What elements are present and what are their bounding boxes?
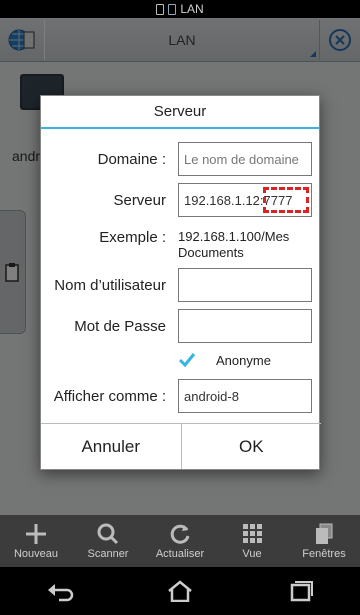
utilisateur-input[interactable] — [178, 268, 312, 302]
toolbar-windows-label: Fenêtres — [302, 548, 346, 560]
dialog-title: Serveur — [41, 96, 319, 129]
ok-button[interactable]: OK — [180, 424, 322, 469]
windows-icon — [316, 523, 333, 544]
toolbar-view-button[interactable]: Vue — [216, 515, 288, 567]
refresh-icon — [170, 524, 190, 544]
recents-icon[interactable] — [285, 580, 315, 602]
toolbar-refresh-label: Actualiser — [155, 548, 205, 560]
afficher-input[interactable]: android-8 — [178, 379, 312, 413]
server-dialog: Serveur Domaine : Le nom de domaine Serv… — [40, 95, 321, 470]
serveur-label: Serveur — [113, 191, 166, 209]
toolbar-refresh-button[interactable]: Actualiser — [144, 515, 216, 567]
network-label: LAN — [180, 2, 204, 16]
toolbar-windows-button[interactable]: Fenêtres — [288, 515, 360, 567]
domaine-label: Domaine : — [97, 150, 166, 168]
toolbar-scan-button[interactable]: Scanner — [72, 515, 144, 567]
anonyme-label: Anonyme — [216, 353, 271, 368]
back-icon[interactable] — [45, 580, 75, 602]
serveur-input[interactable]: 192.168.1.12:7777 — [178, 183, 312, 217]
afficher-label: Afficher comme : — [53, 387, 166, 405]
port-highlight — [263, 187, 309, 213]
grid-icon — [243, 524, 262, 543]
toolbar-view-label: Vue — [242, 548, 262, 560]
phone-icon — [156, 3, 165, 15]
anonyme-checkbox[interactable] — [178, 351, 196, 369]
dialog-buttons: Annuler OK — [41, 423, 321, 469]
motdepasse-input[interactable] — [178, 309, 312, 343]
toolbar-scan-label: Scanner — [87, 548, 129, 560]
afficher-value: android-8 — [184, 388, 239, 404]
exemple-label: Exemple : — [99, 228, 166, 246]
status-bar: LAN — [0, 0, 360, 18]
navigation-bar — [0, 567, 360, 615]
home-icon[interactable] — [165, 580, 195, 602]
domaine-input[interactable]: Le nom de domaine — [178, 142, 312, 176]
network-icon — [168, 3, 177, 15]
toolbar-new-label: Nouveau — [13, 548, 59, 560]
exemple-text: 192.168.1.100/Mes Documents — [178, 229, 290, 260]
motdepasse-label: Mot de Passe — [74, 317, 166, 335]
search-icon — [97, 523, 119, 545]
utilisateur-label: Nom d’utilisateur — [54, 276, 166, 294]
cancel-button[interactable]: Annuler — [41, 424, 181, 469]
plus-icon — [26, 524, 46, 544]
toolbar-new-button[interactable]: Nouveau — [0, 515, 72, 567]
bottom-toolbar: Nouveau Scanner Actualiser Vue Fenêtres — [0, 515, 360, 567]
